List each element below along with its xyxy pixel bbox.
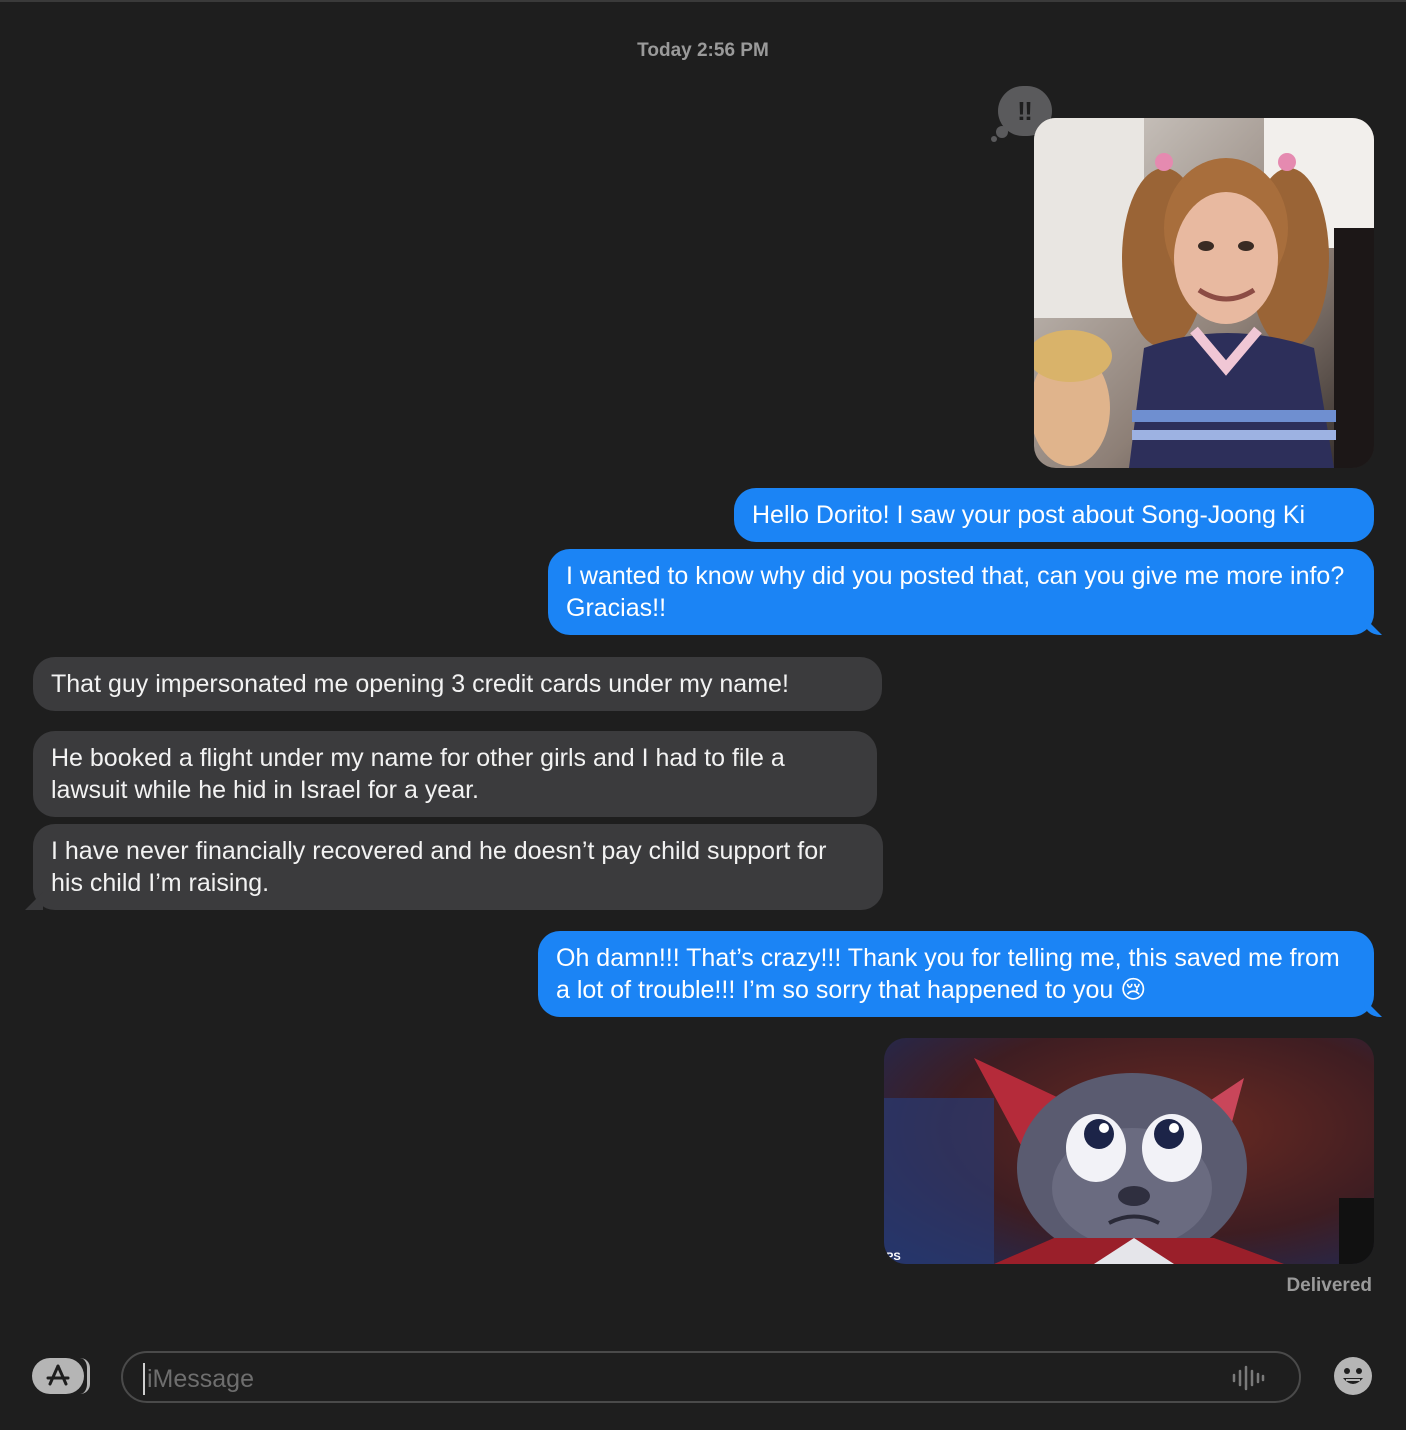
smiley-face-icon [1343, 1368, 1363, 1384]
girl-pigtails-photo [1034, 118, 1374, 468]
sad-bat-photo: PS [884, 1038, 1374, 1264]
tapback-tail-dot [991, 136, 997, 142]
message-bubble-outgoing[interactable]: Oh damn!!! That’s crazy!!! Thank you for… [538, 931, 1374, 1017]
emoji-icon[interactable] [1334, 1357, 1372, 1395]
app-store-glyph-icon [46, 1364, 70, 1386]
message-bubble-incoming[interactable]: That guy impersonated me opening 3 credi… [33, 657, 882, 711]
photo-attachment-girl[interactable] [1034, 118, 1374, 468]
message-bubble-outgoing[interactable]: Hello Dorito! I saw your post about Song… [734, 488, 1374, 542]
messages-window: Today 2:56 PM ‼ Hello Dorito! I saw your… [0, 0, 1406, 1430]
apps-button-edge [80, 1358, 90, 1394]
tapback-tail [996, 126, 1008, 138]
app-store-icon[interactable] [32, 1358, 84, 1394]
waveform-icon[interactable] [1231, 1365, 1265, 1391]
photo-attachment-bat[interactable]: PS [884, 1038, 1374, 1264]
message-bubble-outgoing[interactable]: I wanted to know why did you posted that… [548, 549, 1374, 635]
conversation-timestamp: Today 2:56 PM [637, 40, 769, 61]
delivered-status: Delivered [1286, 1275, 1372, 1296]
watermark-text: PS [886, 1251, 901, 1263]
message-bubble-incoming[interactable]: He booked a flight under my name for oth… [33, 731, 877, 817]
message-composer[interactable] [121, 1351, 1301, 1403]
message-input[interactable] [143, 1363, 1209, 1395]
message-bubble-incoming[interactable]: I have never financially recovered and h… [33, 824, 883, 910]
